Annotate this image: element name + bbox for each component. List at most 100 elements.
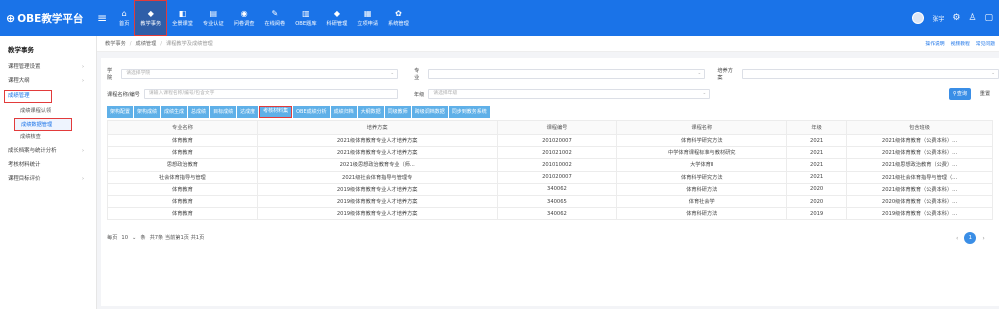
course-input[interactable]: 请输入课程名称/编号/包含文字 <box>143 89 398 99</box>
settings-icon[interactable]: ⚙ <box>952 13 960 23</box>
tab-total-grade[interactable]: 总成绩 <box>188 106 210 118</box>
table-cell: 2021级体育教育专业人才培养方案 <box>256 133 498 148</box>
page-summary: 共7条 当前第1页 共1页 <box>149 235 205 241</box>
breadcrumb-item[interactable]: 成绩管理 <box>136 40 157 47</box>
next-page-icon[interactable]: › <box>982 235 984 242</box>
tab-achievement[interactable]: 达成度 <box>237 106 259 118</box>
nav-label: 专业认证 <box>202 21 224 27</box>
grade-select[interactable]: 请选择年级 ⌄ <box>428 89 711 99</box>
query-button[interactable]: ⚲查询 <box>949 88 971 100</box>
breadcrumb-item[interactable]: 教学事务 <box>105 40 126 47</box>
tab-cross-level[interactable]: 跨级调档数据 <box>411 106 448 118</box>
sidebar-item-grade-management[interactable]: 成绩管理 <box>4 90 52 103</box>
table-cell: 2021 <box>786 158 848 172</box>
major-select[interactable]: ⌄ <box>428 69 706 79</box>
tab-peer-teachers[interactable]: 同级教师 <box>384 106 411 118</box>
table-cell: 2019 <box>786 207 848 221</box>
tab-obe-analysis[interactable]: OBE成绩分析 <box>293 106 330 118</box>
home-icon: ⌂ <box>121 9 127 18</box>
chevron-right-icon: › <box>82 64 84 70</box>
filter-row-1: 学院 请选择学院 ⌄ 专业 ⌄ 培养方案 ⌄ <box>107 68 999 81</box>
sidebar-item-label: 成绩管理 <box>8 93 30 99</box>
user-name[interactable]: 张宇 <box>932 14 944 23</box>
nav-project-apply[interactable]: ▦ 立项申请 <box>352 0 383 36</box>
table-cell: 体育教育 <box>107 194 258 209</box>
table-row[interactable]: 体育教育 2021级体育教育专业人才培养方案 201020007 体育科学研究方法 20… <box>107 133 993 148</box>
chevron-right-icon: › <box>82 148 84 154</box>
column-header[interactable]: 课程名称 <box>616 120 788 135</box>
pen-icon: ✎ <box>271 9 279 18</box>
filter-row-2: 课程名称/编号 请输入课程名称/编号/包含文字 年级 请选择年级 ⌄ <box>107 88 711 100</box>
menu-toggle-icon[interactable]: ≡ <box>94 11 110 25</box>
table-row[interactable]: 体育教育 2019级体育教育专业人才培养方案 340065 体育社会学 2020 2020… <box>107 194 993 209</box>
nav-system[interactable]: ✿ 系统管理 <box>383 0 414 36</box>
table-row[interactable]: 社会体育指导与管理 2021级社会体育指导与管理专 201020007 体育科学研究方… <box>107 170 993 184</box>
nav-question-bank[interactable]: ▥ OBE题库 <box>290 0 321 36</box>
tab-syllabus-data[interactable]: 大纲数据 <box>357 106 384 118</box>
survey-icon: ◉ <box>240 9 248 18</box>
avatar[interactable] <box>912 12 925 24</box>
tab-exam-materials[interactable]: 考核材料集 <box>259 106 293 118</box>
reset-button[interactable]: 重置 <box>975 88 995 100</box>
sidebar-sub-claim[interactable]: 成绩课程认领 <box>0 105 96 118</box>
page-size-select[interactable]: 10 <box>121 235 128 241</box>
sidebar-item-goal-evaluation[interactable]: 课程目标评价 › <box>0 172 96 186</box>
fullscreen-icon[interactable]: ▢ <box>984 13 993 23</box>
chevron-down-icon: ⌄ <box>991 71 996 76</box>
table-cell: 201021002 <box>496 146 618 160</box>
plan-select[interactable]: ⌄ <box>741 69 999 79</box>
table-row[interactable]: 体育教育 2019级体育教育专业人才培养方案 340062 体育科研方法 2020 202… <box>107 182 993 196</box>
school-select[interactable]: 请选择学院 ⌄ <box>121 69 399 79</box>
nav-certification[interactable]: ▤ 专业认证 <box>198 0 229 36</box>
prev-page-icon[interactable]: ‹ <box>956 235 958 242</box>
nav-research[interactable]: ◆ 科研管理 <box>322 0 353 36</box>
column-header[interactable]: 包含班级 <box>846 120 993 135</box>
table-row[interactable]: 体育教育 2021级体育教育专业人才培养方案 201021002 中学体育课程标准与教… <box>107 146 993 160</box>
table-cell: 2021级社会体育指导与管理（... <box>846 170 993 184</box>
help-link-manual[interactable]: 操作说明 <box>925 40 944 47</box>
sidebar-item-exam-material[interactable]: 考核材料统计 <box>0 158 96 172</box>
table-row[interactable]: 体育教育 2019级体育教育专业人才培养方案 340062 体育科研方法 2019 201… <box>107 207 993 221</box>
nav-home[interactable]: ⌂ 首页 <box>114 0 134 36</box>
top-bar: ⊕ OBE教学平台 ≡ ⌂ 首页 ◆ 教学事务 ◧ 全景课堂 ▤ 专业认证 ◉ 问卷调查 … <box>0 0 999 36</box>
logo-icon: ⊕ <box>6 11 16 25</box>
help-link-faq[interactable]: 常见问题 <box>976 40 995 47</box>
tab-target-grade[interactable]: 目标成绩 <box>210 106 237 118</box>
sidebar-sub-grade-check[interactable]: 成绩核查 <box>0 131 96 144</box>
tab-grade-generate[interactable]: 成绩生成 <box>161 106 188 118</box>
app-title: OBE教学平台 <box>17 12 84 25</box>
column-header[interactable]: 专业名称 <box>107 120 258 135</box>
app-logo[interactable]: ⊕ OBE教学平台 <box>0 0 92 36</box>
nav-teaching-affairs[interactable]: ◆ 教学事务 <box>134 0 168 36</box>
tab-grade-archive[interactable]: 成绩归档 <box>330 106 357 118</box>
tab-structure-grade[interactable]: 架构成绩 <box>134 106 161 118</box>
chevron-right-icon: › <box>82 176 84 182</box>
sidebar-item-growth-analysis[interactable]: 成长档案与统计分析 › <box>0 144 96 158</box>
chevron-down-icon: ⌄ <box>702 91 707 96</box>
table-cell: 201020007 <box>496 170 618 184</box>
plan-label: 培养方案 <box>717 68 733 81</box>
column-header[interactable]: 培养方案 <box>256 120 498 135</box>
nav-online-grading[interactable]: ✎ 在线阅卷 <box>259 0 290 36</box>
user-icon[interactable]: ♙ <box>968 13 976 23</box>
table-row[interactable]: 思想政治教育 2021级思想政治教育专业（师... 201010002 大学体育Ⅱ 20… <box>107 158 993 172</box>
column-header[interactable]: 年级 <box>786 120 848 135</box>
chevron-down-icon: ⌄ <box>390 71 395 76</box>
help-link-video[interactable]: 视频教程 <box>951 40 970 47</box>
page-number-current[interactable]: 1 <box>964 232 977 244</box>
sidebar-item-label: 考核材料统计 <box>8 162 41 168</box>
table-header-row: 专业名称 培养方案 课程编号 课程名称 年级 包含班级 <box>107 120 993 135</box>
table-cell: 2021级体育教育（公费本科）... <box>846 182 993 196</box>
course-label: 课程名称/编号 <box>107 91 140 98</box>
column-header[interactable]: 课程编号 <box>496 120 618 135</box>
sidebar-sub-grade-data[interactable]: 成绩数据管理 <box>14 118 72 131</box>
table-cell: 体育科研方法 <box>616 207 788 221</box>
content-panel: 学院 请选择学院 ⌄ 专业 ⌄ 培养方案 ⌄ 课程名称/编号 请输入课程名称/编号… <box>101 58 999 306</box>
tab-sync-system[interactable]: 同步到教务系统 <box>448 106 490 118</box>
nav-panorama-class[interactable]: ◧ 全景课堂 <box>167 0 198 36</box>
tab-structure-config[interactable]: 架构配置 <box>107 106 134 118</box>
sidebar-item-course-settings[interactable]: 课程管理设置 › <box>0 60 96 74</box>
sidebar-item-syllabus[interactable]: 课程大纲 › <box>0 74 96 88</box>
table-cell: 2020 <box>786 194 848 209</box>
nav-survey[interactable]: ◉ 问卷调查 <box>229 0 260 36</box>
